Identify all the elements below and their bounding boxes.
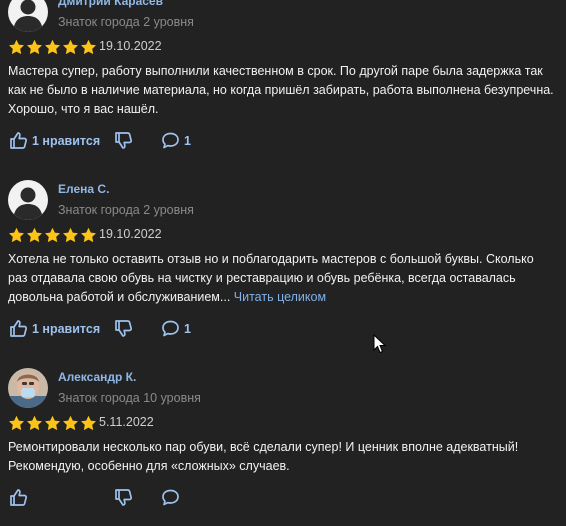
star-icon (9, 227, 24, 243)
review-actions (0, 476, 566, 526)
reviews-feed: Дмитрий Карасев Знаток города 2 уровня 19.… (0, 0, 566, 526)
thumbs-up-icon (9, 131, 28, 150)
review-header: Александр К. Знаток города 10 уровня (0, 357, 566, 409)
review-text: Мастера супер, работу выполнили качестве… (0, 58, 566, 119)
read-more-link[interactable]: Читать целиком (234, 290, 326, 304)
speech-bubble-icon (161, 131, 180, 150)
thumbs-up-icon (9, 488, 28, 507)
dislike-button[interactable] (114, 319, 133, 338)
comment-button[interactable] (161, 488, 184, 507)
star-icon (27, 39, 42, 55)
review-date: 19.10.2022 (99, 39, 162, 53)
like-button[interactable]: 1 нравится (9, 319, 100, 338)
star-icon (27, 415, 42, 431)
review-card: Дмитрий Карасев Знаток города 2 уровня 19.… (0, 0, 566, 169)
review-header: Дмитрий Карасев Знаток города 2 уровня (0, 0, 566, 33)
thumbs-down-icon (114, 488, 133, 507)
comment-button[interactable]: 1 (161, 319, 191, 338)
star-icon (81, 227, 96, 243)
star-icon (45, 227, 60, 243)
author-name[interactable]: Дмитрий Карасев (58, 0, 163, 8)
like-button[interactable] (9, 488, 32, 507)
review-body: Мастера супер, работу выполнили качестве… (8, 64, 554, 116)
speech-bubble-icon (161, 319, 180, 338)
review-header: Елена С. Знаток города 2 уровня (0, 169, 566, 221)
star-icon (63, 39, 78, 55)
comment-count: 1 (184, 133, 191, 148)
dislike-button[interactable] (114, 488, 133, 507)
author-level: Знаток города 2 уровня (58, 15, 194, 29)
star-icon (81, 39, 96, 55)
avatar[interactable] (8, 368, 48, 408)
star-icon (45, 39, 60, 55)
author-name[interactable]: Александр К. (58, 370, 136, 384)
review-text: Хотела не только оставить отзыв но и поб… (0, 246, 566, 307)
star-icon (63, 227, 78, 243)
author-level: Знаток города 2 уровня (58, 203, 194, 217)
star-icon (45, 415, 60, 431)
thumbs-down-icon (114, 319, 133, 338)
avatar[interactable] (8, 0, 48, 32)
rating-row: 19.10.2022 (0, 35, 566, 58)
star-icon (27, 227, 42, 243)
like-count: 1 нравится (32, 133, 101, 148)
star-rating (8, 415, 97, 432)
star-rating (8, 39, 97, 56)
rating-row: 19.10.2022 (0, 223, 566, 246)
star-icon (81, 415, 96, 431)
star-icon (9, 415, 24, 431)
star-rating (8, 227, 97, 244)
thumbs-up-icon (9, 319, 28, 338)
comment-button[interactable]: 1 (161, 131, 191, 150)
like-count: 1 нравится (32, 321, 101, 336)
author-level: Знаток города 10 уровня (58, 391, 201, 405)
star-icon (9, 39, 24, 55)
mouse-pointer-icon (373, 334, 387, 354)
speech-bubble-icon (161, 488, 180, 507)
review-text: Ремонтировали несколько пар обуви, всё с… (0, 434, 566, 476)
review-body: Ремонтировали несколько пар обуви, всё с… (8, 440, 519, 473)
comment-count: 1 (184, 321, 191, 336)
dislike-button[interactable] (114, 131, 133, 150)
review-actions: 1 нравится 1 (0, 119, 566, 169)
review-card: Елена С. Знаток города 2 уровня 19.10.2022… (0, 169, 566, 357)
review-date: 19.10.2022 (99, 227, 162, 241)
star-icon (63, 415, 78, 431)
like-button[interactable]: 1 нравится (9, 131, 100, 150)
review-date: 5.11.2022 (99, 415, 154, 429)
thumbs-down-icon (114, 131, 133, 150)
avatar[interactable] (8, 180, 48, 220)
review-card: Александр К. Знаток города 10 уровня 5.11.… (0, 357, 566, 526)
author-name[interactable]: Елена С. (58, 182, 109, 196)
review-actions: 1 нравится 1 (0, 307, 566, 357)
